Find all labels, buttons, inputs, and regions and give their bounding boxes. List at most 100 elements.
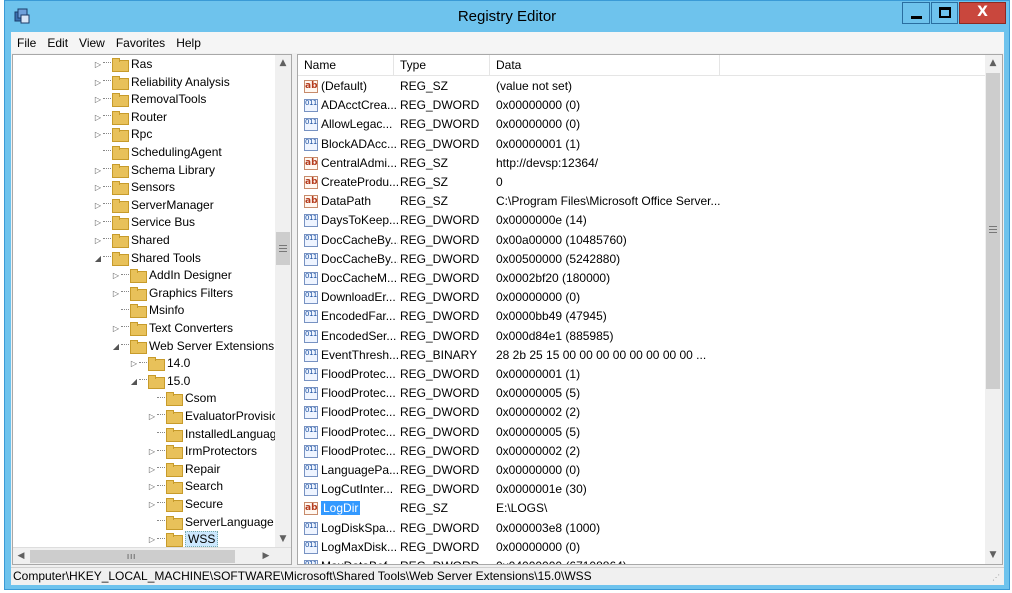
expand-arrow-icon[interactable]: ▷: [93, 91, 103, 108]
value-row[interactable]: 011 110DownloadEr...REG_DWORD0x00000000 …: [298, 288, 987, 307]
scroll-up-arrow-icon[interactable]: ▲: [985, 55, 1001, 72]
value-row[interactable]: 011 110DocCacheBy...REG_DWORD 0x00500000 …: [298, 250, 987, 269]
tree-node[interactable]: ▷ RemovalTools: [93, 91, 206, 109]
tree-node[interactable]: ◢ Web Server Extensions: [111, 338, 274, 356]
tree-node[interactable]: ▷ 14.0: [129, 355, 190, 373]
tree-node[interactable]: ▷ WSS: [147, 531, 219, 548]
expand-arrow-icon[interactable]: ▷: [111, 320, 121, 337]
expand-arrow-icon[interactable]: ▷: [93, 232, 103, 249]
value-row[interactable]: 011 110DocCacheBy...REG_DWORD 0x00a00000 …: [298, 231, 987, 250]
expand-arrow-icon[interactable]: ▷: [111, 285, 121, 302]
maximize-button[interactable]: [931, 2, 958, 24]
tree-node[interactable]: ▷ Service Bus: [93, 214, 195, 232]
tree-node[interactable]: Csom: [147, 390, 216, 408]
value-row[interactable]: ab DataPath REG_SZ C:\Program Files\Microso…: [298, 192, 987, 211]
tree-node[interactable]: ▷ ServerManager: [93, 197, 214, 215]
expand-arrow-icon[interactable]: ▷: [147, 531, 157, 548]
value-row[interactable]: 011 110EncodedSer...REG_DWORD 0x000d84e1 …: [298, 327, 987, 346]
tree-vertical-scrollbar[interactable]: ▲ ▼: [275, 55, 291, 548]
value-row[interactable]: 011 110MaxDataBef...REG_DWORD0x04000000 …: [298, 557, 987, 564]
value-row[interactable]: 011 110FloodProtec...REG_DWORD0x00000002…: [298, 442, 987, 461]
tree-node[interactable]: ▷ Graphics Filters: [111, 285, 233, 303]
tree-node[interactable]: ◢ 15.0: [129, 373, 190, 391]
scroll-right-arrow-icon[interactable]: ▶: [258, 548, 274, 564]
collapse-arrow-icon[interactable]: ◢: [129, 373, 139, 390]
value-row[interactable]: 011 110FloodProtec...REG_DWORD0x00000001…: [298, 365, 987, 384]
minimize-button[interactable]: [902, 2, 930, 24]
value-row[interactable]: 011 110LogCutInter...REG_DWORD0x0000001e…: [298, 480, 987, 499]
value-row[interactable]: 011 110DaysToKeep...REG_DWORD 0x0000000e …: [298, 211, 987, 230]
value-row[interactable]: ab CreateProdu... REG_SZ 0: [298, 173, 987, 192]
list-vertical-scrollbar[interactable]: ▲ ▼: [985, 55, 1002, 564]
value-row[interactable]: 011 110DocCacheM...REG_DWORD 0x0002bf20 (…: [298, 269, 987, 288]
expand-arrow-icon[interactable]: ▷: [147, 496, 157, 513]
value-row[interactable]: 011 110AllowLegac...REG_DWORD0x00000000 …: [298, 115, 987, 134]
expand-arrow-icon[interactable]: ▷: [147, 478, 157, 495]
scroll-up-arrow-icon[interactable]: ▲: [275, 55, 291, 72]
tree-node[interactable]: ▷ Router: [93, 109, 167, 127]
tree-node[interactable]: ▷ EvaluatorProvisic: [147, 408, 276, 426]
menu-file[interactable]: File: [11, 36, 41, 50]
tree-node[interactable]: SchedulingAgent: [93, 144, 222, 162]
scroll-down-arrow-icon[interactable]: ▼: [985, 547, 1001, 564]
column-type[interactable]: Type: [394, 55, 490, 76]
value-row[interactable]: 011 110LogMaxDisk...REG_DWORD 0x00000000 …: [298, 538, 987, 557]
expand-arrow-icon[interactable]: ▷: [129, 355, 139, 372]
tree-node[interactable]: ▷ Secure: [147, 496, 223, 514]
tree-hscroll-thumb[interactable]: III: [30, 550, 235, 563]
menu-help[interactable]: Help: [170, 36, 206, 50]
value-row[interactable]: ab LogDir REG_SZ E:\LOGS\: [298, 499, 987, 518]
value-row[interactable]: ab CentralAdmi... REG_SZ http://devsp:12364…: [298, 154, 987, 173]
tree-node[interactable]: ▷ Reliability Analysis: [93, 74, 230, 92]
value-row[interactable]: 011 110LogDiskSpa...REG_DWORD0x000003e8 …: [298, 519, 987, 538]
column-name[interactable]: Name: [298, 55, 394, 76]
value-row[interactable]: ab (Default) REG_SZ (value not set): [298, 77, 987, 96]
resize-grip-icon[interactable]: ⋰: [992, 573, 1002, 583]
tree-node[interactable]: ▷ Ras: [93, 56, 152, 74]
expand-arrow-icon[interactable]: ▷: [93, 179, 103, 196]
scroll-left-arrow-icon[interactable]: ◀: [13, 548, 29, 564]
tree-node[interactable]: ▷ Text Converters: [111, 320, 233, 338]
tree-node[interactable]: ▷ Rpc: [93, 126, 152, 144]
tree-node[interactable]: ▷ Repair: [147, 461, 220, 479]
tree-node[interactable]: ▷ AddIn Designer: [111, 267, 232, 285]
tree-node[interactable]: InstalledLanguag: [147, 426, 276, 444]
tree-node[interactable]: ▷ Schema Library: [93, 162, 215, 180]
expand-arrow-icon[interactable]: ▷: [147, 408, 157, 425]
value-row[interactable]: 011 110EventThresh...REG_BINARY 28 2b 25 …: [298, 346, 987, 365]
menu-edit[interactable]: Edit: [41, 36, 73, 50]
column-data[interactable]: Data: [490, 55, 720, 76]
tree-node[interactable]: Msinfo: [111, 302, 184, 320]
close-button[interactable]: X: [959, 2, 1006, 24]
value-row[interactable]: 011 110FloodProtec...REG_DWORD0x00000005…: [298, 423, 987, 442]
expand-arrow-icon[interactable]: ▷: [111, 267, 121, 284]
tree-horizontal-scrollbar[interactable]: ◀ III ▶: [13, 547, 291, 564]
menu-view[interactable]: View: [73, 36, 110, 50]
value-row[interactable]: 011 110FloodProtec...REG_DWORD0x00000005…: [298, 384, 987, 403]
expand-arrow-icon[interactable]: ▷: [93, 74, 103, 91]
tree-scroll-thumb[interactable]: [276, 232, 290, 265]
title-bar[interactable]: Registry Editor X: [5, 1, 1009, 31]
expand-arrow-icon[interactable]: ▷: [93, 197, 103, 214]
tree-node[interactable]: ▷ IrmProtectors: [147, 443, 257, 461]
value-row[interactable]: 011 110EncodedFar...REG_DWORD0x0000bb49 …: [298, 307, 987, 326]
value-row[interactable]: 011 110BlockADAcc...REG_DWORD 0x00000001 …: [298, 135, 987, 154]
value-row[interactable]: 011 110ADAcctCrea...REG_DWORD 0x00000000 …: [298, 96, 987, 115]
tree-node[interactable]: ServerLanguage: [147, 514, 274, 532]
key-tree-pane[interactable]: ▷ Ras ▷ Reliability Analysis ▷ RemovalTools ▷ R…: [12, 54, 292, 565]
expand-arrow-icon[interactable]: ▷: [147, 461, 157, 478]
collapse-arrow-icon[interactable]: ◢: [111, 338, 121, 355]
expand-arrow-icon[interactable]: ▷: [147, 443, 157, 460]
expand-arrow-icon[interactable]: ▷: [93, 126, 103, 143]
expand-arrow-icon[interactable]: ▷: [93, 56, 103, 73]
list-scroll-thumb[interactable]: [986, 73, 1000, 389]
tree-node[interactable]: ▷ Shared: [93, 232, 170, 250]
scroll-down-arrow-icon[interactable]: ▼: [275, 531, 291, 548]
expand-arrow-icon[interactable]: ▷: [93, 214, 103, 231]
expand-arrow-icon[interactable]: ▷: [93, 162, 103, 179]
value-row[interactable]: 011 110LanguagePa...REG_DWORD 0x00000000 …: [298, 461, 987, 480]
tree-node[interactable]: ▷ Search: [147, 478, 223, 496]
collapse-arrow-icon[interactable]: ◢: [93, 250, 103, 267]
tree-node[interactable]: ◢ Shared Tools: [93, 250, 201, 268]
value-row[interactable]: 011 110FloodProtec...REG_DWORD0x00000002…: [298, 403, 987, 422]
